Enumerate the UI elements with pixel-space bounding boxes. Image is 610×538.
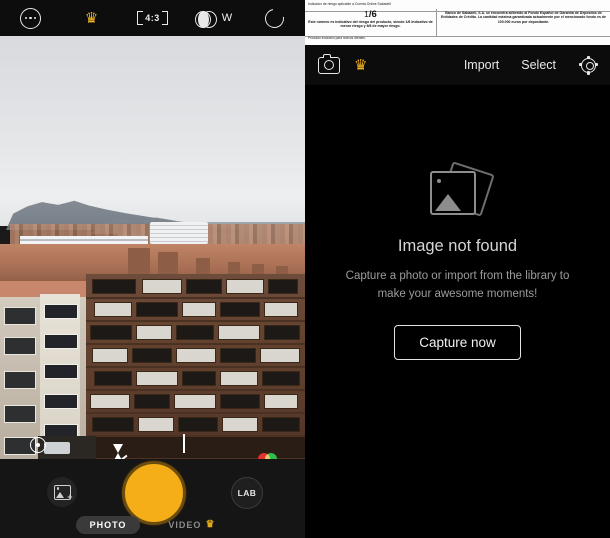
- crown-icon: ♛: [205, 519, 216, 530]
- lens-icon: [194, 10, 217, 28]
- risk-description: Este número es indicativo del riesgo del…: [308, 19, 433, 29]
- mode-switcher: PHOTO VIDEO ♛: [0, 516, 305, 534]
- camera-bottom-bar: + LAB PHOTO VIDEO ♛: [0, 459, 305, 538]
- composite-screenshot: ♛ 4:3 W + LAB PHOTO VIDEO ♛ Indicador de…: [0, 0, 610, 538]
- risk-total: /6: [368, 9, 377, 20]
- chimney-block: [128, 248, 150, 274]
- premium-crown-button[interactable]: ♛: [61, 0, 122, 36]
- photo-front-frame: [429, 171, 476, 216]
- chimney-block: [158, 252, 178, 274]
- grid-icon: [183, 434, 185, 453]
- timer-button[interactable]: [30, 437, 46, 453]
- aspect-ratio-label: 4:3: [137, 11, 168, 25]
- risk-indicator-cell: 1/6 Este número es indicativo del riesgo…: [305, 9, 437, 36]
- camera-top-toolbar: ♛ 4:3 W: [0, 0, 305, 36]
- capture-now-button[interactable]: Capture now: [394, 324, 521, 360]
- grid-button[interactable]: [183, 434, 185, 453]
- lens-wide-control: W: [194, 10, 233, 28]
- bank-risk-banner: Indicador de riesgo aplicable a Cuenta O…: [305, 0, 610, 45]
- more-options-button[interactable]: [0, 0, 61, 36]
- guarantee-cell: Banco de Sabadell, S.A. se encuentra adh…: [437, 9, 610, 36]
- camera-flip-icon: [261, 4, 288, 32]
- more-dots-icon: [20, 7, 41, 29]
- flip-camera-button[interactable]: [244, 0, 305, 36]
- crown-icon: ♛: [84, 9, 99, 27]
- white-building-far: [150, 222, 208, 244]
- empty-state: Image not found Capture a photo or impor…: [305, 45, 610, 538]
- mode-tab-video[interactable]: VIDEO ♛: [154, 516, 229, 534]
- gallery-app-panel: Indicador de riesgo aplicable a Cuenta O…: [305, 0, 610, 538]
- banner-bottom-line: Producto exclusivo para nuevos clientes.: [308, 36, 366, 40]
- banner-body: 1/6 Este número es indicativo del riesgo…: [305, 9, 610, 37]
- add-photo-icon: +: [53, 484, 73, 501]
- mode-tab-photo[interactable]: PHOTO: [75, 516, 141, 534]
- lens-label: W: [221, 12, 233, 24]
- aspect-ratio-button[interactable]: 4:3: [122, 0, 183, 36]
- empty-state-description: Capture a photo or import from the libra…: [345, 270, 570, 300]
- lab-label: LAB: [237, 488, 257, 498]
- guarantee-text: Banco de Sabadell, S.A. se encuentra adh…: [441, 11, 606, 24]
- camera-app-panel: ♛ 4:3 W + LAB PHOTO VIDEO ♛: [0, 0, 305, 538]
- empty-state-title: Image not found: [397, 237, 518, 256]
- viewfinder-preview-image: [0, 36, 305, 459]
- camera-viewfinder[interactable]: [0, 36, 305, 459]
- viewfinder-overlay-controls: [0, 425, 305, 459]
- broken-image-icon: [427, 161, 495, 217]
- sky-region: [0, 36, 305, 226]
- mode-video-label: VIDEO: [168, 520, 202, 530]
- lens-selector-button[interactable]: W: [183, 0, 244, 36]
- mode-photo-label: PHOTO: [89, 520, 127, 530]
- open-gallery-button[interactable]: +: [47, 477, 77, 507]
- risk-value: 1/6: [308, 10, 433, 20]
- timer-icon: [30, 437, 46, 453]
- lab-button[interactable]: LAB: [231, 477, 263, 509]
